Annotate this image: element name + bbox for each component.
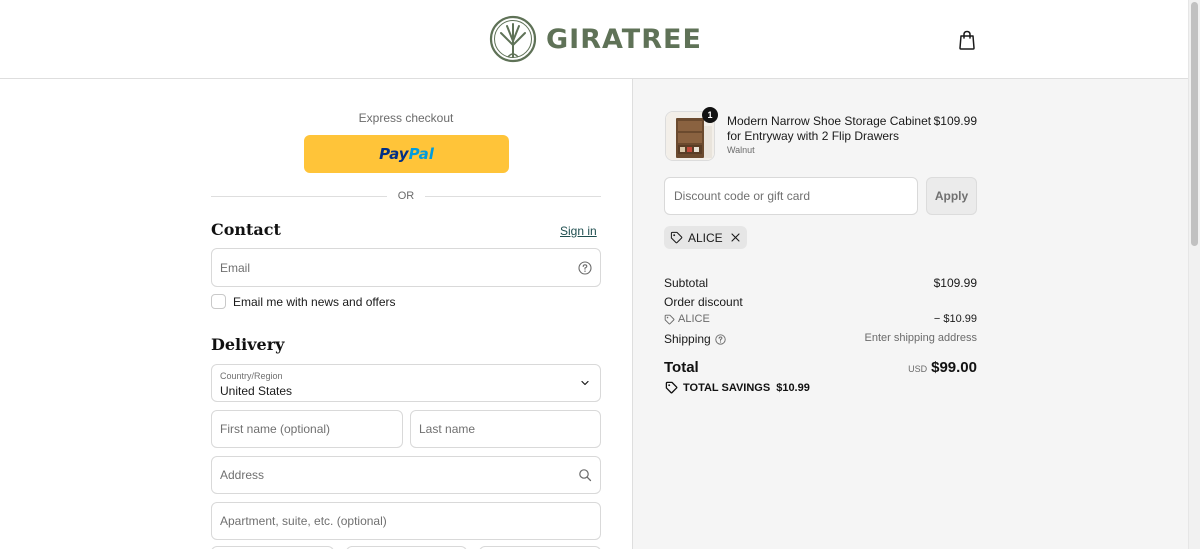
applied-code-label: ALICE (688, 230, 723, 245)
tag-icon (670, 231, 683, 244)
product-name: Modern Narrow Shoe Storage Cabinet for E… (727, 114, 932, 143)
address-field[interactable] (211, 456, 601, 494)
total-value-group: USD $99.00 (880, 359, 977, 377)
or-divider: OR (211, 188, 601, 204)
express-checkout-label: Express checkout (358, 111, 454, 125)
total-amount: $99.00 (931, 359, 977, 376)
savings-label: TOTAL SAVINGS (683, 381, 771, 394)
discount-code-line: ALICE (664, 313, 710, 325)
discount-amount: − $10.99 (933, 313, 977, 325)
paypal-button[interactable]: PayPal (304, 135, 509, 173)
shipping-value: Enter shipping address (864, 332, 977, 344)
newsletter-checkbox[interactable] (211, 294, 226, 309)
tree-logo-icon (489, 15, 537, 63)
brand-name: GIRATREE (546, 23, 702, 55)
country-select[interactable]: Country/Region United States (211, 364, 601, 402)
help-circle-icon[interactable] (715, 333, 726, 345)
page-scrollbar[interactable] (1188, 0, 1200, 549)
tag-icon (665, 381, 678, 394)
product-variant: Walnut (727, 145, 755, 155)
scrollbar-thumb[interactable] (1191, 2, 1198, 246)
country-value: United States (220, 384, 293, 398)
shipping-label-row: Shipping (664, 332, 726, 346)
tag-icon (664, 314, 675, 324)
savings-amount: $10.99 (776, 381, 810, 394)
last-name-field[interactable] (410, 410, 601, 448)
site-header: GIRATREE (0, 0, 1188, 79)
discount-code-field[interactable] (664, 177, 918, 215)
shopping-bag-icon[interactable] (958, 30, 976, 50)
first-name-field[interactable] (211, 410, 403, 448)
delivery-heading: Delivery (211, 335, 285, 354)
order-discount-label: Order discount (664, 295, 743, 309)
total-savings: TOTAL SAVINGS $10.99 (665, 381, 810, 394)
product-price: $109.99 (933, 114, 977, 128)
apply-discount-button[interactable]: Apply (926, 177, 977, 215)
apartment-field[interactable] (211, 502, 601, 540)
contact-heading: Contact (211, 220, 281, 239)
subtotal-label: Subtotal (664, 276, 709, 290)
brand-logo[interactable]: GIRATREE (489, 15, 702, 63)
close-icon[interactable] (730, 232, 741, 243)
currency-code: USD (908, 364, 928, 374)
chevron-down-icon (581, 380, 589, 386)
shipping-label: Shipping (664, 332, 711, 346)
apartment-input[interactable] (212, 503, 600, 539)
subtotal-value: $109.99 (933, 276, 977, 290)
sign-in-link[interactable]: Sign in (560, 224, 597, 238)
help-circle-icon[interactable] (578, 260, 592, 275)
search-icon (579, 469, 592, 482)
newsletter-option[interactable]: Email me with news and offers (211, 294, 396, 309)
total-label: Total (664, 359, 699, 376)
email-input[interactable] (212, 249, 600, 286)
applied-discount-chip: ALICE (664, 226, 747, 249)
first-name-input[interactable] (212, 411, 402, 447)
last-name-input[interactable] (411, 411, 600, 447)
discount-code-input[interactable] (665, 178, 917, 214)
quantity-badge: 1 (702, 107, 718, 123)
address-input[interactable] (212, 457, 600, 493)
email-field[interactable] (211, 248, 601, 287)
country-label: Country/Region (220, 371, 283, 381)
discount-code-name: ALICE (678, 313, 710, 325)
paypal-logo: PayPal (379, 145, 434, 163)
newsletter-label: Email me with news and offers (233, 294, 396, 309)
